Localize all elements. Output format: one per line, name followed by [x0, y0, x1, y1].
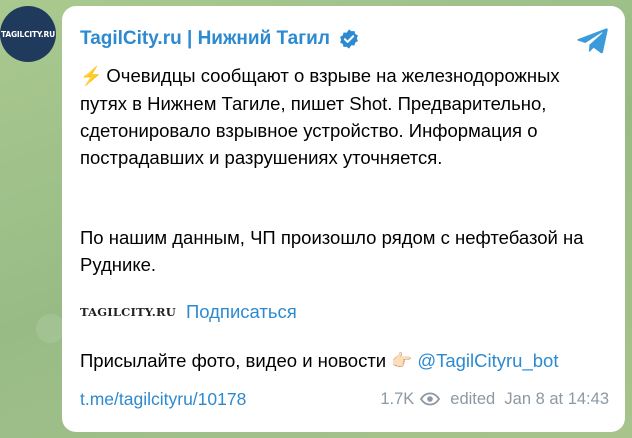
message-paragraph-2: По нашим данным, ЧП произошло рядом с не…	[80, 227, 584, 275]
send-news-text: Присылайте фото, видео и новости	[80, 350, 387, 371]
message-meta: 1.7K edited Jan 8 at 14:43	[380, 390, 609, 409]
message-paragraph-1-text: Очевидцы сообщают о взрыве на железнодор…	[80, 65, 560, 168]
subscribe-row: TAGILCITY.RU Подписаться	[80, 301, 297, 323]
message-bubble: TagilCity.ru | Нижний Тагил ⚡ Очевидцы со…	[62, 6, 625, 432]
message-header: TagilCity.ru | Нижний Тагил	[80, 26, 360, 52]
send-news-row: Присылайте фото, видео и новости 👉🏻 @Tag…	[80, 350, 558, 372]
channel-name[interactable]: TagilCity.ru | Нижний Тагил	[80, 28, 330, 50]
view-count: 1.7K	[380, 389, 415, 408]
avatar-text: TAGILCITY.RU	[1, 29, 55, 39]
subscribe-link[interactable]: Подписаться	[186, 301, 297, 323]
verified-badge-icon	[340, 29, 358, 49]
message-paragraph-1: ⚡ Очевидцы сообщают о взрыве на железнодо…	[80, 62, 610, 171]
eye-icon	[420, 392, 441, 406]
lightning-icon: ⚡	[80, 66, 103, 86]
telegram-plane-icon[interactable]	[575, 26, 609, 56]
bot-link[interactable]: @TagilCityru_bot	[417, 350, 558, 372]
pointing-hand-icon: 👉🏻	[391, 351, 413, 370]
post-link[interactable]: t.me/tagilcityru/10178	[80, 389, 246, 410]
channel-avatar[interactable]: TAGILCITY.RU	[0, 6, 56, 62]
tagilcity-logo: TAGILCITY.RU	[80, 305, 176, 319]
edited-timestamp: edited Jan 8 at 14:43	[450, 389, 609, 408]
message-footer: t.me/tagilcityru/10178 1.7K edited Jan 8…	[80, 386, 609, 412]
